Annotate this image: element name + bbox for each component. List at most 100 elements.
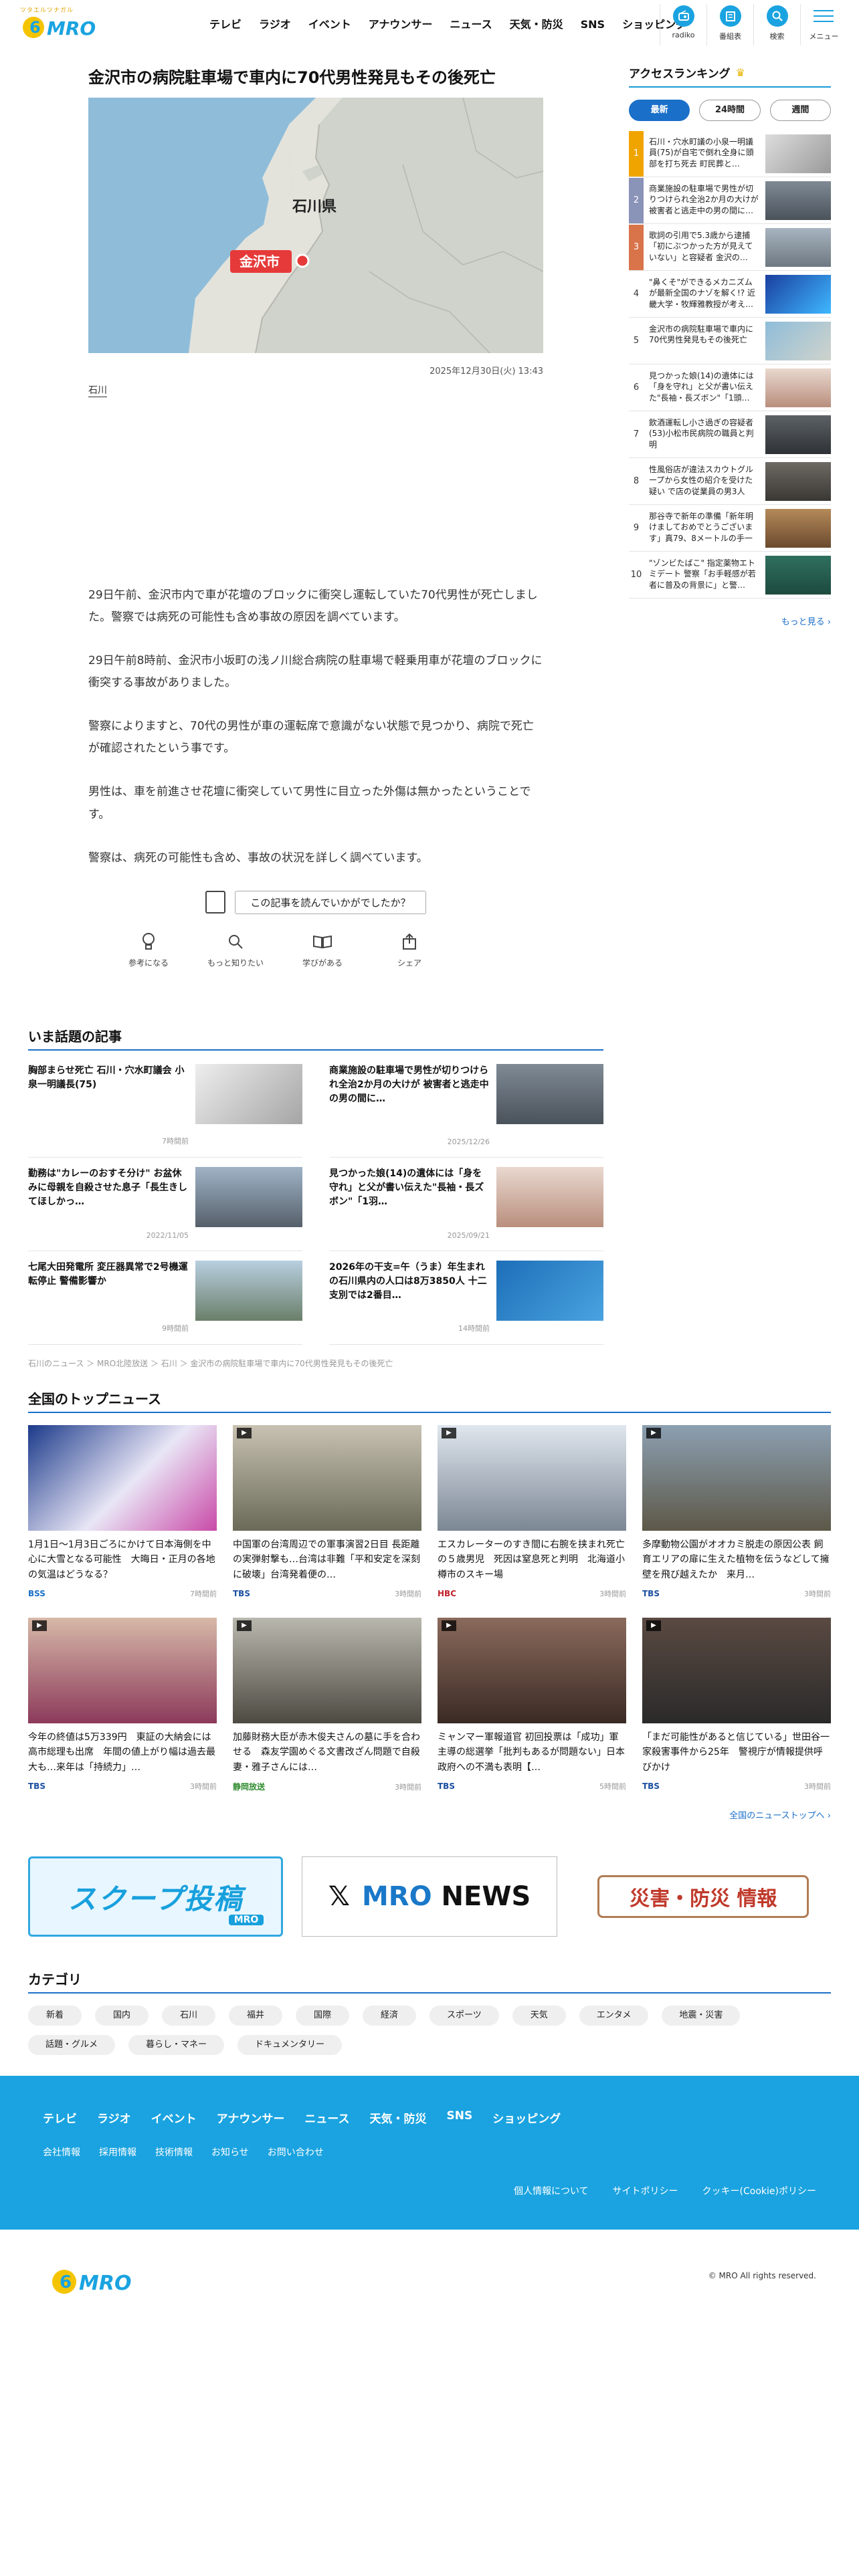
mro-logo[interactable]: 6 MRO [20,9,107,40]
category-chip[interactable]: 国内 [95,2006,149,2026]
national-news-card[interactable]: 1月1日〜1月3日ごろにかけて日本海側を中心に大雪となる可能性 大晦日・正月の各… [28,1425,217,1599]
disaster-banner-title: 災害・防災 情報 [597,1875,809,1918]
ranking-item[interactable]: 9 那谷寺で新年の準備「新年明けましておめでとうございます」真79、8メートルの… [629,505,831,552]
category-chip[interactable]: 新着 [28,2006,82,2026]
national-news-title: 全国のトップニュース [28,1388,831,1413]
cookie-policy-link[interactable]: クッキー(Cookie)ポリシー [702,2184,816,2197]
search-button[interactable]: 検索 [753,4,800,45]
hot-topic-item[interactable]: 勤務は"カレーのおすそ分け" お盆休みに母親を自殺させた息子「長生きしてほしかっ… [28,1158,302,1251]
footer-nav-item[interactable]: ショッピング [492,2109,561,2126]
ranking-more-link[interactable]: もっと見る › [629,615,831,627]
category-chip[interactable]: 経済 [363,2006,416,2026]
category-chip[interactable]: スポーツ [430,2006,499,2026]
scoop-post-banner[interactable]: スクープ投稿 MRO [28,1856,284,1937]
search-label: 検索 [769,32,785,41]
article-tag-link[interactable]: 石川 [88,383,107,397]
tab-latest[interactable]: 最新 [629,100,690,121]
ranking-item[interactable]: 7 飲酒運転し小さ過ぎの容疑者(53)小松市民病院の職員と判明 [629,411,831,458]
nav-item-news[interactable]: ニュース [441,17,500,33]
footer-nav: テレビ ラジオ イベント アナウンサー ニュース 天気・防災 SNS ショッピン… [43,2109,561,2126]
category-chip[interactable]: 国際 [296,2006,349,2026]
mro-news-suffix: NEWS [432,1881,531,1912]
reaction-more-button[interactable]: もっと知りたい [205,932,266,968]
footer-sub-link[interactable]: 採用情報 [99,2145,136,2159]
news-thumbnail: ▶ [28,1618,217,1723]
footer-nav-item[interactable]: イベント [151,2109,197,2126]
category-chip[interactable]: 暮らし・マネー [128,2035,225,2055]
disaster-info-banner[interactable]: 災害・防災 情報 [575,1856,831,1937]
category-chip[interactable]: 天気 [512,2006,566,2026]
site-policy-link[interactable]: サイトポリシー [613,2184,678,2197]
article-body: 29日午前、金沢市内で車が花壇のブロックに衝突し運転していた70代男性が死亡しま… [88,584,543,869]
category-chip[interactable]: 石川 [162,2006,215,2026]
footer-nav-item[interactable]: ニュース [304,2109,349,2126]
category-chip[interactable]: 福井 [229,2006,282,2026]
ranking-item[interactable]: 1 石川・穴水町議の小泉一明議員(75)が自宅で倒れ全身に頭部を打ち死去 町民葬… [629,130,831,177]
hot-topic-thumbnail [496,1064,603,1124]
news-time: 3時間前 [804,1590,831,1598]
radiko-button[interactable]: radiko [660,4,706,45]
national-news-card[interactable]: ▶ 今年の終値は5万339円 東証の大納会には高市総理も出席 年間の値上がり幅は… [28,1618,217,1792]
category-chip[interactable]: エンタメ [579,2006,649,2026]
hot-topic-headline: 商業施設の駐車場で男性が切りつけられ全治2か月の大けが 被害者と逃走中の男の間に… [329,1065,489,1104]
mro-news-x-banner[interactable]: 𝕏 MRO NEWS [302,1856,557,1937]
play-icon: ▶ [442,1620,456,1631]
footer-sub-link[interactable]: お知らせ [211,2145,249,2159]
nav-item-tv[interactable]: テレビ [201,17,250,33]
nav-item-sns[interactable]: SNS [572,17,613,33]
ranking-item[interactable]: 4 "鼻くそ"ができるメカニズムが最新全国のナゾを解く!? 近畿大学・牧輝雅教授… [629,271,831,318]
ranking-item[interactable]: 3 歌詞の引用で5.3歳から逮捕「初にぶつかった方が見えていない」と容疑者 金沢… [629,224,831,271]
reaction-learn-button[interactable]: 学びがある [292,932,353,968]
rank-number: 3 [629,224,644,270]
program-guide-button[interactable]: 番組表 [706,4,753,45]
tab-24h[interactable]: 24時間 [699,100,761,121]
hot-topic-item[interactable]: 商業施設の駐車場で男性が切りつけられ全治2か月の大けが 被害者と逃走中の男の間に… [329,1064,603,1158]
ranking-item[interactable]: 5 金沢市の病院駐車場で車内に70代男性発見もその後死亡 [629,318,831,364]
national-news-card[interactable]: ▶ エスカレーターのすき間に右腕を挟まれ死亡の５歳男児 死因は窒息死と判明 北海… [438,1425,626,1599]
national-news-card[interactable]: ▶ ミャンマー軍報道官 初回投票は「成功」軍主導の総選挙「批判もあるが問題ない」… [438,1618,626,1792]
privacy-link[interactable]: 個人情報について [514,2184,589,2197]
svg-text:6: 6 [29,18,41,37]
article-map-image: 石川県 金沢市 [88,97,543,353]
footer-nav-item[interactable]: テレビ [43,2109,77,2126]
category-title: カテゴリ [28,1969,831,1994]
footer-sub-link[interactable]: お問い合わせ [268,2145,324,2159]
hot-topic-item[interactable]: 七尾大田発電所 変圧器異常で2号機運転停止 警備影響か 9時間前 [28,1251,302,1345]
nav-item-announcer[interactable]: アナウンサー [360,17,442,33]
nav-item-weather[interactable]: 天気・防災 [501,17,572,33]
lightbulb-icon [138,932,159,952]
footer-sub-link[interactable]: 技術情報 [155,2145,193,2159]
footer-nav-item[interactable]: SNS [447,2109,473,2126]
menu-button[interactable]: メニュー [800,4,847,45]
ranking-item[interactable]: 2 商業施設の駐車場で男性が切りつけられ全治2か月の大けが 被害者と逃走中の男の… [629,177,831,224]
feedback-icon [205,891,226,914]
category-chip[interactable]: 地震・災害 [662,2006,741,2026]
hot-topic-item[interactable]: 2026年の干支=午（うま）年生まれの石川県内の人口は8万3850人 十二支別で… [329,1251,603,1345]
category-chip[interactable]: 話題・グルメ [28,2035,116,2055]
national-news-card[interactable]: ▶ 加藤財務大臣が赤木俊夫さんの墓に手を合わせる 森友学園めぐる文書改ざん問題で… [233,1618,421,1792]
ranking-item[interactable]: 8 性風俗店が違法スカウトグループから女性の紹介を受けた疑い で店の従業員の男3… [629,458,831,505]
nav-item-radio[interactable]: ラジオ [250,17,300,33]
national-news-card[interactable]: ▶ 多摩動物公園がオオカミ脱走の原因公表 飼育エリアの扉に生えた植物を伝うなどし… [642,1425,831,1599]
reaction-helpful-button[interactable]: 参考になる [118,932,179,968]
category-chip[interactable]: ドキュメンタリー [237,2035,343,2055]
news-time: 3時間前 [395,1782,421,1792]
breadcrumb[interactable]: 石川のニュース ＞ MRO北陸放送 ＞ 石川 ＞ 金沢市の病院駐車場で車内に70… [28,1358,393,1369]
ranking-item[interactable]: 10 "ゾンビたばこ" 指定薬物エトミデート 警察「お手軽感が若者に普及の背景に… [629,552,831,599]
national-news-card[interactable]: ▶ 「まだ可能性があると信じている」世田谷一家殺害事件から25年 警視庁が情報提… [642,1618,831,1792]
footer-sub-link[interactable]: 会社情報 [43,2145,80,2159]
hot-topic-item[interactable]: 胸部まらせ死亡 石川・穴水町議会 小泉一明議長(75) 7時間前 [28,1064,302,1158]
ranking-item[interactable]: 6 見つかった娘(14)の遺体には「身を守れ」と父が書い伝えた"長袖・長ズボン"… [629,364,831,411]
nav-item-event[interactable]: イベント [300,17,360,33]
footer-nav-item[interactable]: アナウンサー [217,2109,285,2126]
tab-weekly[interactable]: 週間 [769,100,831,121]
national-news-more-link[interactable]: 全国のニューストップへ › [28,1808,831,1821]
share-button[interactable]: シェア [379,932,440,968]
hot-topic-item[interactable]: 見つかった娘(14)の遺体には「身を守れ」と父が書い伝えた"長袖・長ズボン"「1… [329,1158,603,1251]
national-news-card[interactable]: ▶ 中国軍の台湾周辺での軍事演習2日目 長距離の実弾射撃も…台湾は非難「平和安定… [233,1425,421,1599]
footer-mro-logo[interactable]: 6 MRO [50,2263,143,2296]
footer-nav-item[interactable]: 天気・防災 [370,2109,427,2126]
rank-number: 2 [629,177,644,223]
news-time: 3時間前 [804,1782,831,1791]
footer-nav-item[interactable]: ラジオ [97,2109,131,2126]
